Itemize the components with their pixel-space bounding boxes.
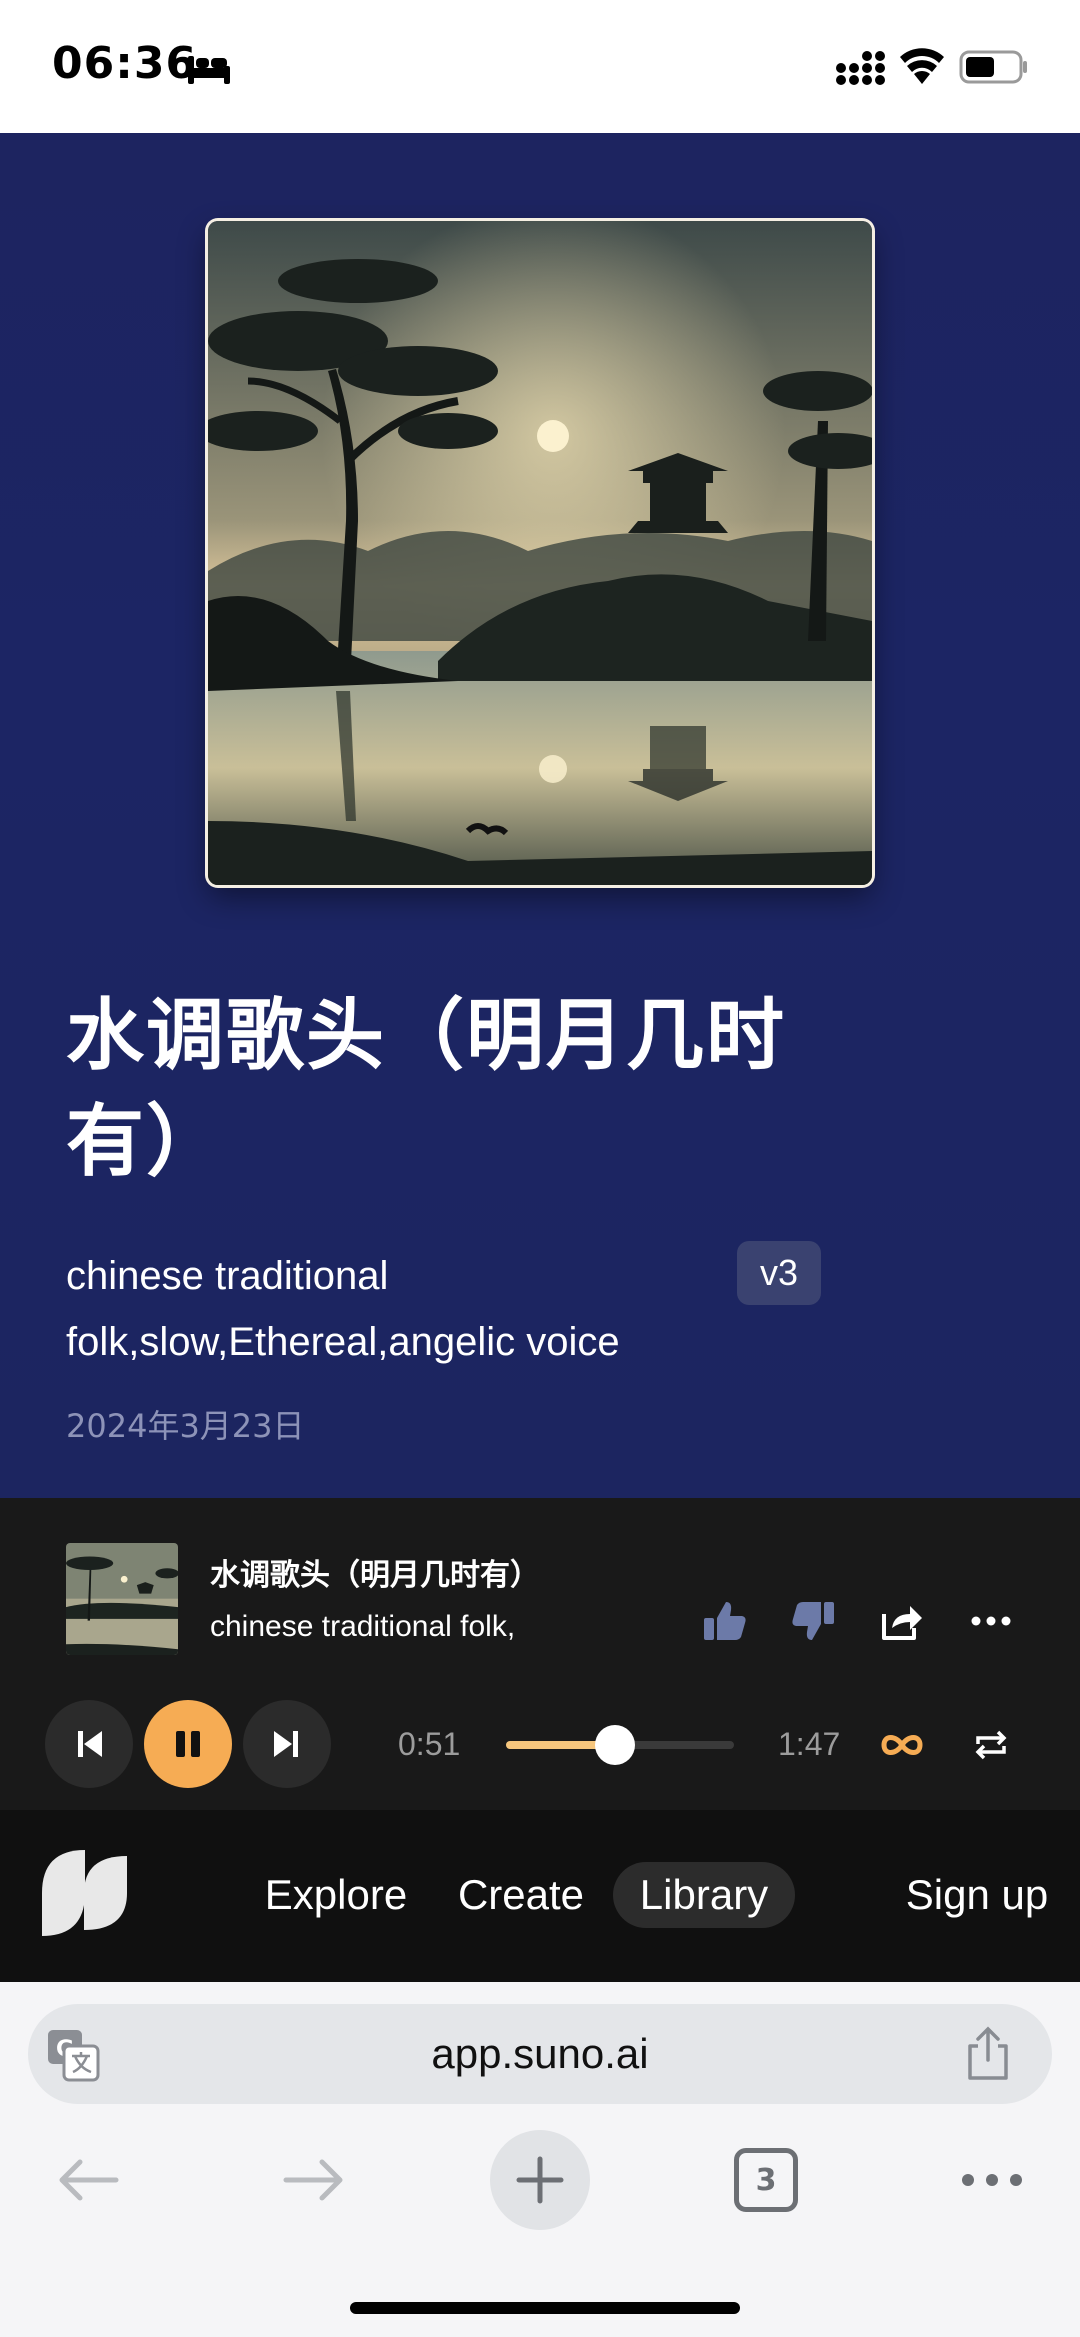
player-title: 水调歌头（明月几时有） <box>210 1558 540 1593</box>
now-playing-bar: 水调歌头（明月几时有） chinese traditional folk, 0:… <box>0 1498 1080 1810</box>
app-navigation: Explore Create Library Sign up <box>0 1810 1080 1982</box>
progress-slider[interactable] <box>506 1725 734 1765</box>
player-thumbnail[interactable] <box>66 1543 178 1655</box>
skip-forward-icon <box>274 1731 298 1757</box>
wifi-icon <box>900 48 944 84</box>
forward-button[interactable] <box>264 2130 364 2230</box>
progress-handle[interactable] <box>595 1725 635 1765</box>
duration: 1:47 <box>778 1726 841 1762</box>
browser-toolbar: G app.suno.ai 3 <box>0 1982 1080 2337</box>
pause-icon <box>176 1731 200 1757</box>
back-button[interactable] <box>38 2130 138 2230</box>
nav-library[interactable]: Library <box>613 1862 795 1928</box>
song-title: 水调歌头（明月几时有） <box>66 991 787 1187</box>
song-hero: 水调歌头（明月几时有） chinese traditional folk,slo… <box>0 133 1080 1498</box>
thumbs-up-icon[interactable] <box>702 1598 748 1644</box>
battery-icon <box>959 50 1027 84</box>
nav-create[interactable]: Create <box>446 1862 596 1928</box>
tabs-button[interactable]: 3 <box>716 2130 816 2230</box>
next-button[interactable] <box>243 1700 331 1788</box>
previous-button[interactable] <box>45 1700 133 1788</box>
pause-button[interactable] <box>144 1700 232 1788</box>
version-badge: v3 <box>737 1241 821 1305</box>
bed-icon <box>188 56 230 84</box>
signal-icon <box>836 51 885 85</box>
arrow-right-icon <box>283 2159 343 2201</box>
browser-share-icon[interactable] <box>964 2026 1012 2082</box>
arrow-left-icon <box>59 2159 119 2201</box>
song-tags: chinese traditional folk,slow,Ethereal,a… <box>66 1254 620 1364</box>
thumbs-down-icon[interactable] <box>790 1598 836 1644</box>
share-icon[interactable] <box>878 1598 924 1644</box>
plus-icon <box>516 2156 564 2204</box>
nav-explore[interactable]: Explore <box>256 1862 416 1928</box>
address-bar[interactable]: G app.suno.ai <box>28 2004 1052 2104</box>
status-time: 06:36 <box>52 38 198 89</box>
home-indicator <box>350 2302 740 2314</box>
status-bar: 06:36 <box>0 0 1080 133</box>
song-date: 2024年3月23日 <box>66 1407 305 1445</box>
player-tags: chinese traditional folk, <box>210 1610 516 1643</box>
repeat-icon[interactable] <box>972 1726 1010 1764</box>
suno-logo[interactable] <box>42 1850 128 1936</box>
new-tab-button[interactable] <box>490 2130 590 2230</box>
tab-count: 3 <box>734 2148 798 2212</box>
browser-menu-button[interactable] <box>942 2130 1042 2230</box>
ellipsis-icon <box>962 2174 1022 2186</box>
current-time: 0:51 <box>398 1726 461 1762</box>
sign-up-link[interactable]: Sign up <box>892 1862 1062 1928</box>
more-icon[interactable] <box>968 1598 1014 1644</box>
loop-infinity-icon[interactable] <box>880 1730 924 1760</box>
url-text: app.suno.ai <box>431 2030 649 2077</box>
skip-back-icon <box>78 1731 102 1757</box>
cover-art[interactable] <box>208 221 872 885</box>
